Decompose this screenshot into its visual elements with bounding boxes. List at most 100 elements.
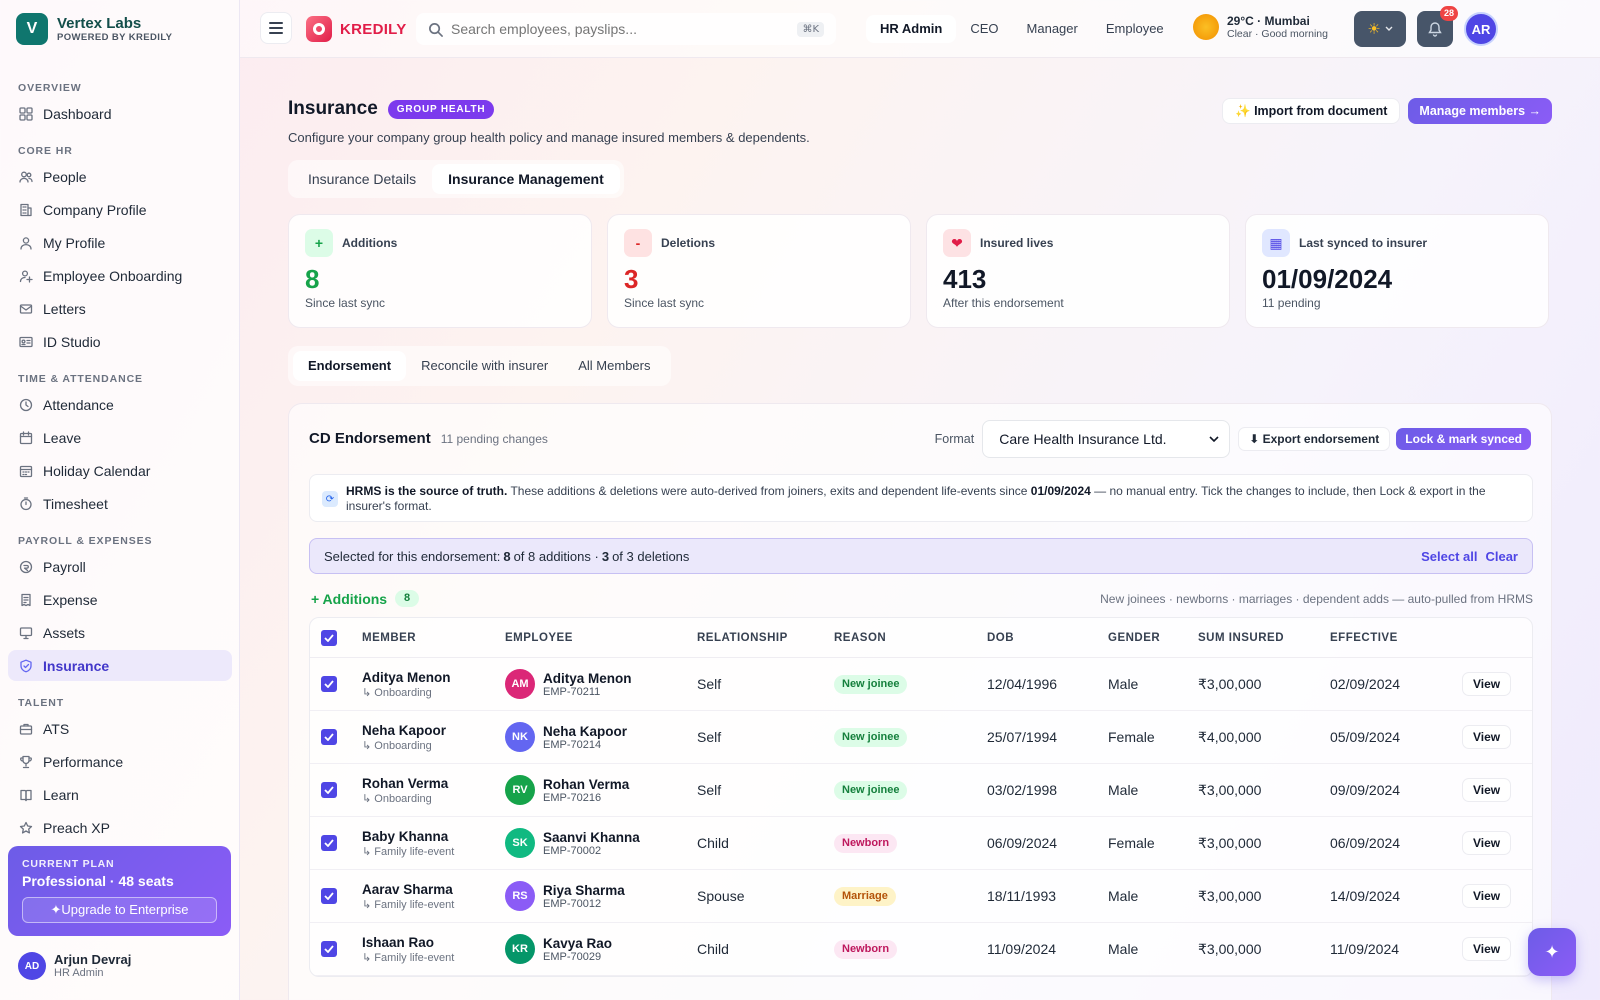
subtab-all-members[interactable]: All Members xyxy=(563,351,665,381)
ai-assistant-button[interactable]: ✦ xyxy=(1528,928,1576,976)
check-icon xyxy=(324,786,334,794)
search-input[interactable] xyxy=(451,21,798,37)
header-sum-insured: SUM INSURED xyxy=(1198,631,1285,644)
briefcase-icon xyxy=(19,722,33,736)
sidebar-item-label: Leave xyxy=(43,429,82,446)
sidebar-item-insurance[interactable]: Insurance xyxy=(8,650,232,681)
stat-sub: Since last sync xyxy=(305,296,386,310)
row-checkbox[interactable] xyxy=(321,941,337,957)
sidebar-item-assets[interactable]: Assets xyxy=(8,617,232,648)
stat-card-last-synced-to-insurer: ▦ Last synced to insurer 01/09/2024 11 pend… xyxy=(1245,214,1549,328)
sidebar-item-holiday-calendar[interactable]: Holiday Calendar xyxy=(8,455,232,486)
kredily-logo-mark xyxy=(306,16,332,42)
role-manager[interactable]: Manager xyxy=(1013,15,1092,43)
brand[interactable]: V Vertex Labs POWERED BY KREDILY xyxy=(16,13,172,45)
format-label: Format xyxy=(934,432,975,446)
view-button[interactable]: View xyxy=(1462,725,1512,749)
stat-card-additions: + Additions 8 Since last sync xyxy=(288,214,592,328)
lock-mark-synced-button[interactable]: Lock & mark synced xyxy=(1396,428,1531,450)
view-button[interactable]: View xyxy=(1462,831,1512,855)
gender: Male xyxy=(1108,676,1139,692)
tab-insurance-details[interactable]: Insurance Details xyxy=(292,164,432,194)
sidebar-item-label: Dashboard xyxy=(43,105,112,122)
member-source: ↳ Onboarding xyxy=(362,686,432,699)
user-profile[interactable]: AD Arjun Devraj HR Admin xyxy=(18,952,131,980)
sidebar-item-learn[interactable]: Learn xyxy=(8,779,232,810)
notification-count: 28 xyxy=(1440,6,1458,21)
selected-deletions-text: of 3 deletions xyxy=(612,548,690,564)
view-button[interactable]: View xyxy=(1462,937,1512,961)
header-effective: EFFECTIVE xyxy=(1330,631,1398,644)
view-button[interactable]: View xyxy=(1462,884,1512,908)
sidebar-item-dashboard[interactable]: Dashboard xyxy=(8,98,232,129)
additions-count: 8 xyxy=(395,590,420,607)
kredily-logo[interactable]: KREDILY xyxy=(306,16,407,42)
table-row: Aditya Menon ↳ Onboarding AM Aditya Menon EM… xyxy=(310,658,1532,711)
theme-toggle[interactable]: ☀ xyxy=(1354,11,1406,47)
sidebar-item-performance[interactable]: Performance xyxy=(8,746,232,777)
sidebar-item-people[interactable]: People xyxy=(8,161,232,192)
employee-avatar: NK xyxy=(505,722,535,752)
select-all-checkbox[interactable] xyxy=(321,629,337,646)
sidebar-item-my-profile[interactable]: My Profile xyxy=(8,227,232,258)
header-reason: REASON xyxy=(834,631,887,644)
sidebar-item-leave[interactable]: Leave xyxy=(8,422,232,453)
mail-icon xyxy=(19,302,33,316)
employee-name: Saanvi Khanna xyxy=(543,829,640,845)
selected-deletions: 3 xyxy=(601,548,610,564)
search-bar[interactable]: ⌘K xyxy=(416,13,836,45)
employee-name: Neha Kapoor xyxy=(543,723,628,739)
select-all-link[interactable]: Select all xyxy=(1421,549,1477,564)
search-icon xyxy=(429,22,443,37)
brand-logo: V xyxy=(16,13,48,45)
sidebar-item-letters[interactable]: Letters xyxy=(8,293,232,324)
sidebar-item-preach-xp[interactable]: Preach XP xyxy=(8,812,232,838)
upgrade-button[interactable]: ✦Upgrade to Enterprise xyxy=(22,897,217,923)
stat-icon: ▦ xyxy=(1262,229,1290,257)
row-checkbox[interactable] xyxy=(321,676,337,692)
stat-label: Additions xyxy=(342,236,398,250)
sum-insured: ₹4,00,000 xyxy=(1198,728,1262,745)
export-endorsement-button[interactable]: ⬇ Export endorsement xyxy=(1238,427,1391,451)
check-icon xyxy=(324,892,334,900)
employee-id: EMP-70029 xyxy=(543,950,602,963)
sidebar-item-company-profile[interactable]: Company Profile xyxy=(8,194,232,225)
notifications-button[interactable]: 28 xyxy=(1417,6,1458,47)
top-avatar[interactable]: AR xyxy=(1464,12,1498,46)
row-checkbox[interactable] xyxy=(321,888,337,904)
tab-insurance-management[interactable]: Insurance Management xyxy=(432,164,620,194)
stat-icon: + xyxy=(305,229,333,257)
sidebar-item-attendance[interactable]: Attendance xyxy=(8,389,232,420)
role-ceo[interactable]: CEO xyxy=(956,15,1012,43)
sidebar-item-label: Letters xyxy=(43,300,86,317)
sidebar-item-id-studio[interactable]: ID Studio xyxy=(8,326,232,357)
member-source: ↳ Onboarding xyxy=(362,739,432,752)
stat-card-deletions: - Deletions 3 Since last sync xyxy=(607,214,911,328)
selected-additions-text: of 8 additions · xyxy=(513,548,599,564)
clear-link[interactable]: Clear xyxy=(1485,549,1518,564)
sun-theme-icon: ☀ xyxy=(1367,21,1381,38)
subtab-reconcile-with-insurer[interactable]: Reconcile with insurer xyxy=(406,351,563,381)
menu-button[interactable] xyxy=(260,12,292,44)
format-select[interactable]: Care Health Insurance Ltd. xyxy=(982,420,1231,458)
group-health-badge: GROUP HEALTH xyxy=(387,99,495,119)
subtab-endorsement[interactable]: Endorsement xyxy=(293,351,407,381)
sidebar-item-timesheet[interactable]: Timesheet xyxy=(8,488,232,519)
role-employee[interactable]: Employee xyxy=(1092,15,1178,43)
view-button[interactable]: View xyxy=(1462,672,1512,696)
nav-section-payroll-expenses: PAYROLL & EXPENSES xyxy=(18,535,153,547)
manage-members-button[interactable]: Manage members → xyxy=(1408,98,1552,124)
sidebar-item-ats[interactable]: ATS xyxy=(8,713,232,744)
role-hr-admin[interactable]: HR Admin xyxy=(866,15,957,43)
member-source: ↳ Family life-event xyxy=(362,845,455,858)
sidebar-item-expense[interactable]: Expense xyxy=(8,584,232,615)
sidebar-item-label: Learn xyxy=(43,786,79,803)
sidebar-item-payroll[interactable]: Payroll xyxy=(8,551,232,582)
import-document-button[interactable]: ✨ Import from document xyxy=(1222,98,1401,124)
sidebar-item-employee-onboarding[interactable]: Employee Onboarding xyxy=(8,260,232,291)
row-checkbox[interactable] xyxy=(321,729,337,745)
sum-insured: ₹3,00,000 xyxy=(1198,940,1262,957)
row-checkbox[interactable] xyxy=(321,835,337,851)
row-checkbox[interactable] xyxy=(321,782,337,798)
view-button[interactable]: View xyxy=(1462,778,1512,802)
